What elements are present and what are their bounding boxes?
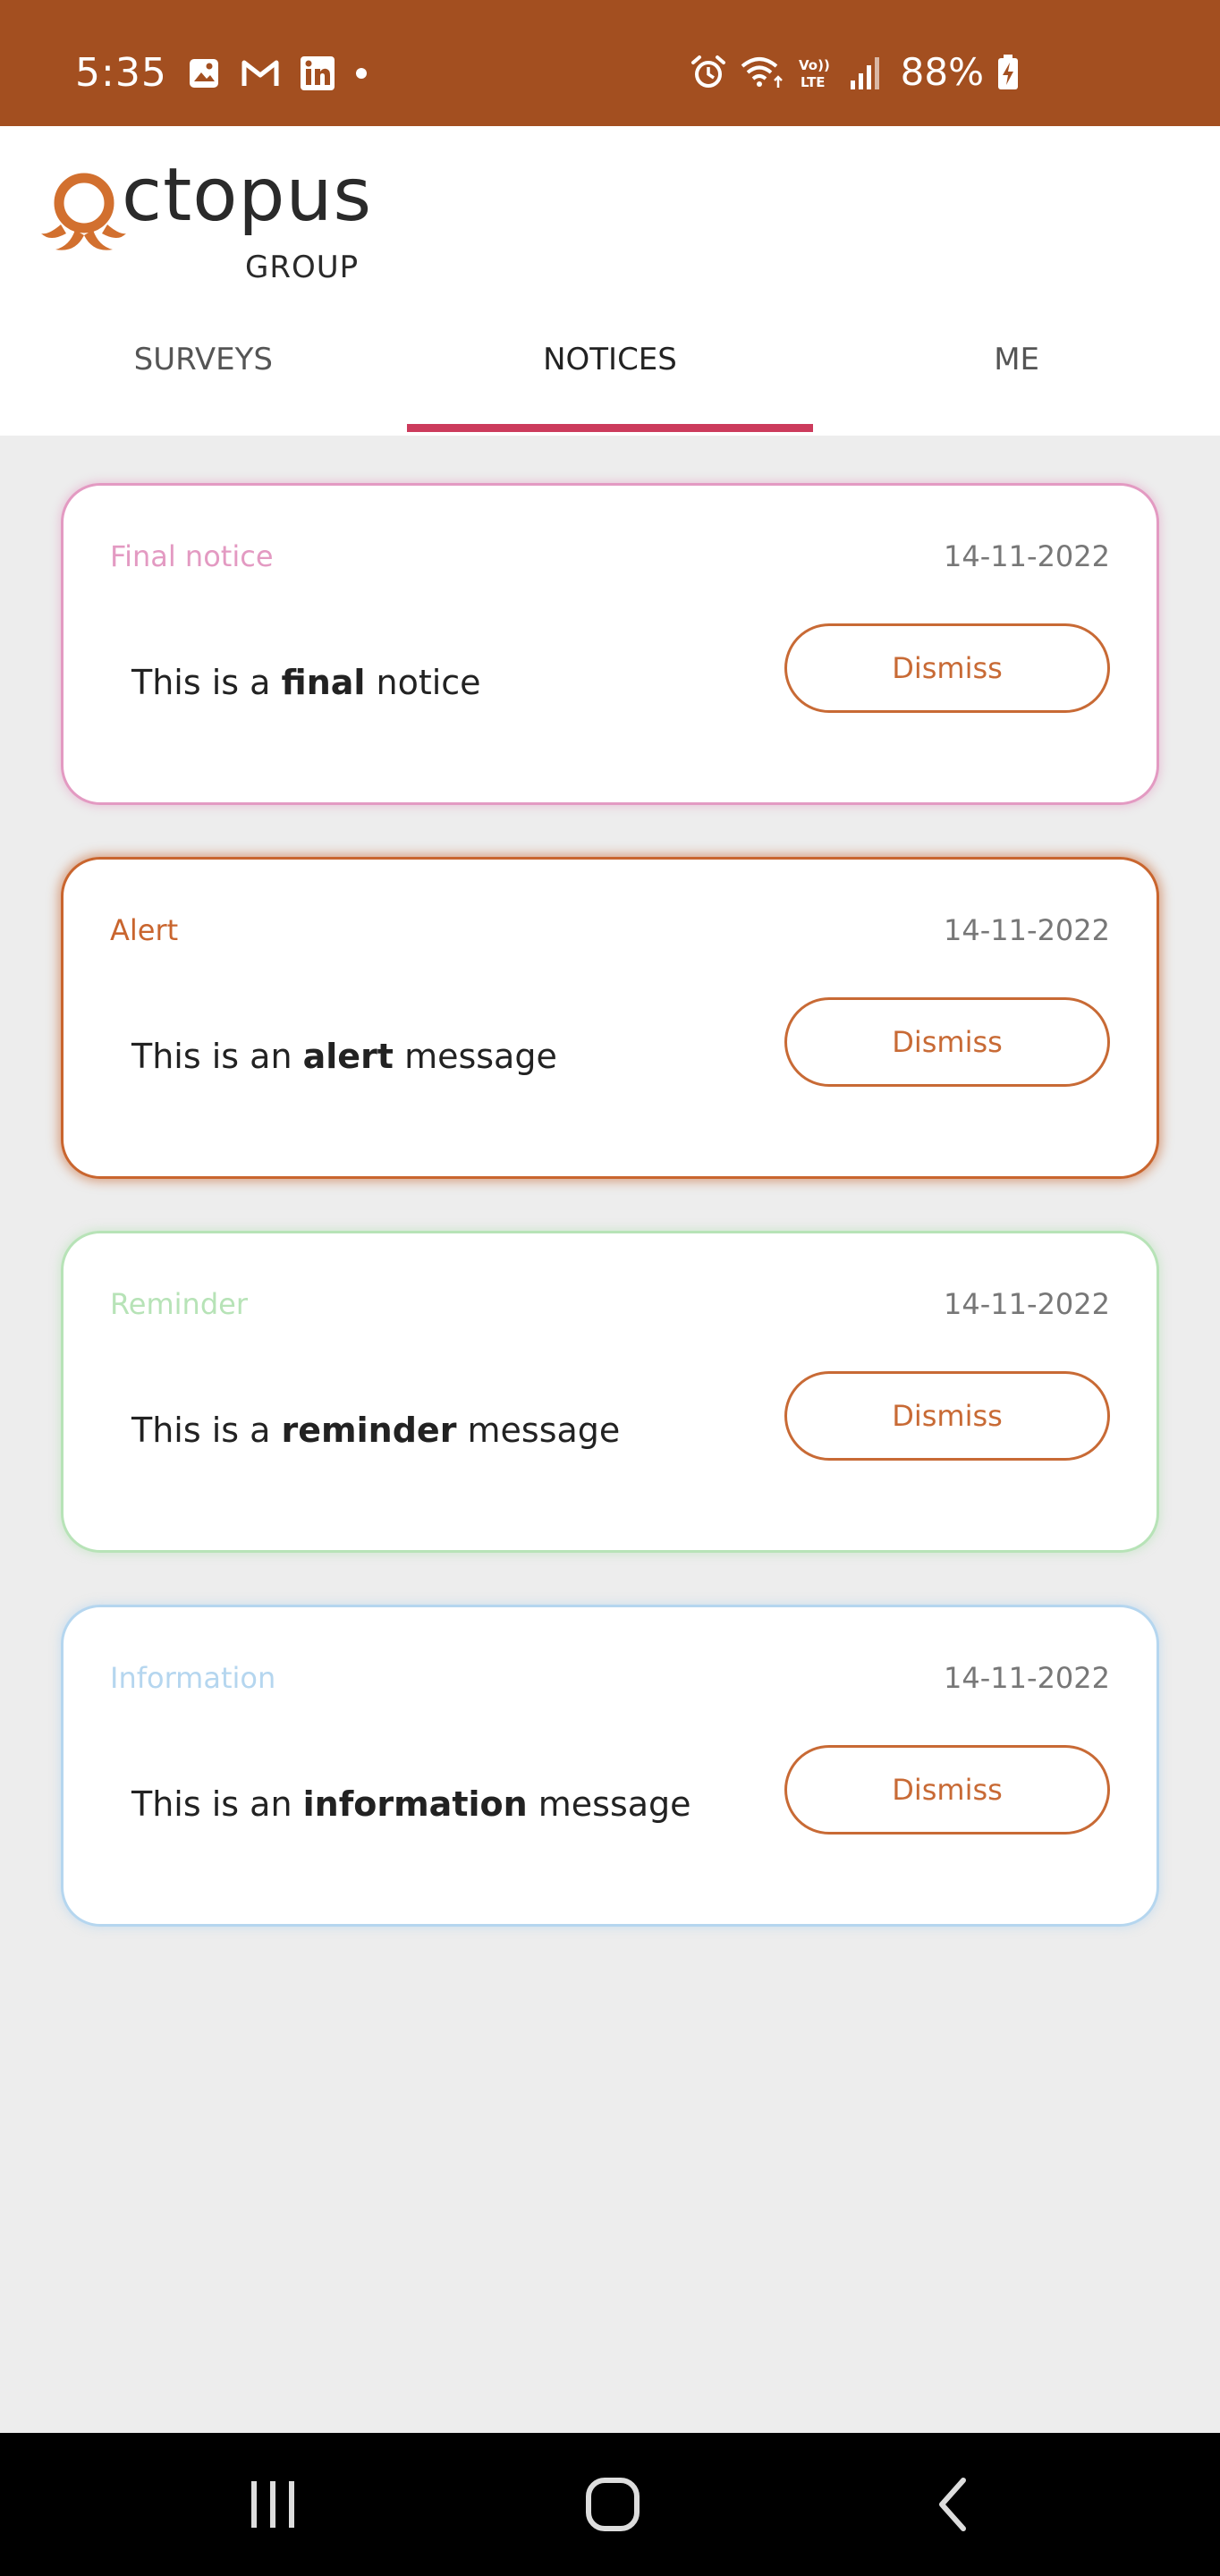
notice-type-label: Reminder <box>110 1287 248 1321</box>
notice-card-final: Final notice 14-11-2022 This is a final … <box>61 483 1159 805</box>
back-icon[interactable] <box>912 2469 993 2540</box>
notice-message: This is an alert message <box>131 1037 557 1076</box>
dismiss-button[interactable]: Dismiss <box>784 1371 1110 1461</box>
octopus-logo: ctopus GROUP <box>39 153 379 287</box>
dot-icon <box>355 67 368 80</box>
alarm-icon <box>690 54 727 91</box>
notice-message: This is a final notice <box>131 663 481 702</box>
logo-wordmark: ctopus <box>122 153 373 238</box>
battery-percentage: 88% <box>900 50 984 94</box>
notice-message: This is a reminder message <box>131 1411 621 1450</box>
notice-date: 14-11-2022 <box>944 1661 1110 1695</box>
tab-me[interactable]: ME <box>813 301 1220 436</box>
system-navigation-bar <box>0 2433 1220 2576</box>
notice-date: 14-11-2022 <box>944 913 1110 947</box>
tab-notices[interactable]: NOTICES <box>407 301 814 436</box>
linkedin-icon <box>300 55 335 91</box>
dismiss-button[interactable]: Dismiss <box>784 623 1110 713</box>
image-icon <box>187 56 221 90</box>
recent-apps-icon[interactable] <box>233 2469 313 2540</box>
notice-date: 14-11-2022 <box>944 1287 1110 1321</box>
home-icon[interactable] <box>572 2469 653 2540</box>
status-time: 5:35 <box>75 50 167 96</box>
volte-icon: Vo)) LTE <box>797 54 835 91</box>
dismiss-button[interactable]: Dismiss <box>784 997 1110 1087</box>
dismiss-button[interactable]: Dismiss <box>784 1745 1110 1835</box>
svg-text:LTE: LTE <box>801 74 826 90</box>
notice-date: 14-11-2022 <box>944 539 1110 573</box>
status-bar: 5:35 Vo)) LTE 88% <box>0 0 1220 126</box>
app-header: ctopus GROUP SURVEYS NOTICES ME <box>0 126 1220 436</box>
logo-subtext: GROUP <box>245 250 360 285</box>
notice-type-label: Final notice <box>110 539 274 573</box>
notice-type-label: Alert <box>110 913 179 947</box>
octopus-logo-icon <box>39 171 127 260</box>
tab-bar: SURVEYS NOTICES ME <box>0 301 1220 436</box>
notice-card-information: Information 14-11-2022 This is an inform… <box>61 1605 1159 1927</box>
notice-message: This is an information message <box>131 1784 691 1824</box>
battery-charging-icon <box>996 54 1020 91</box>
svg-text:Vo)): Vo)) <box>799 57 830 73</box>
wifi-icon <box>740 54 784 91</box>
notice-card-alert: Alert 14-11-2022 This is an alert messag… <box>61 857 1159 1179</box>
signal-icon <box>847 54 883 91</box>
gmail-icon <box>241 57 280 89</box>
tab-surveys[interactable]: SURVEYS <box>0 301 407 436</box>
notice-card-reminder: Reminder 14-11-2022 This is a reminder m… <box>61 1231 1159 1553</box>
active-tab-indicator <box>407 424 813 432</box>
notice-type-label: Information <box>110 1661 276 1695</box>
